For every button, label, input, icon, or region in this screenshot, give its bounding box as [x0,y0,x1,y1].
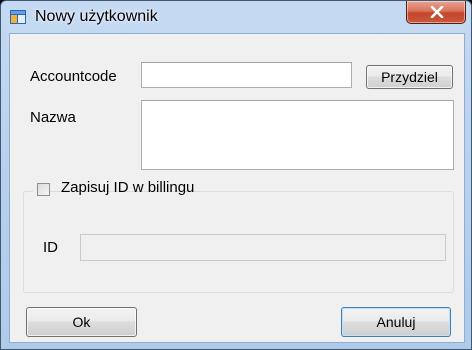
billing-checkbox-label[interactable]: Zapisuj ID w billingu [61,179,194,196]
id-label: ID [43,239,58,256]
ok-button[interactable]: Ok [26,307,137,337]
name-label: Nazwa [30,109,76,126]
accountcode-label: Accountcode [30,68,117,85]
accountcode-input[interactable] [141,62,352,88]
cancel-button[interactable]: Anuluj [341,307,451,337]
assign-button-label: Przydziel [381,69,438,85]
close-button[interactable] [406,1,466,24]
title-bar[interactable]: Nowy użytkownik [1,1,471,33]
name-textarea[interactable] [141,100,454,170]
window-title: Nowy użytkownik [35,8,158,25]
cancel-button-label: Anuluj [376,314,416,330]
window-icon [10,10,26,24]
id-input [80,234,446,261]
billing-checkbox[interactable] [37,183,50,196]
close-icon [430,6,444,18]
dialog-window: Nowy użytkownik Accountcode Przydziel Na… [0,0,472,350]
assign-button[interactable]: Przydziel [366,65,453,89]
billing-group-header: Zapisuj ID w billingu [33,179,194,201]
ok-button-label: Ok [72,314,91,330]
